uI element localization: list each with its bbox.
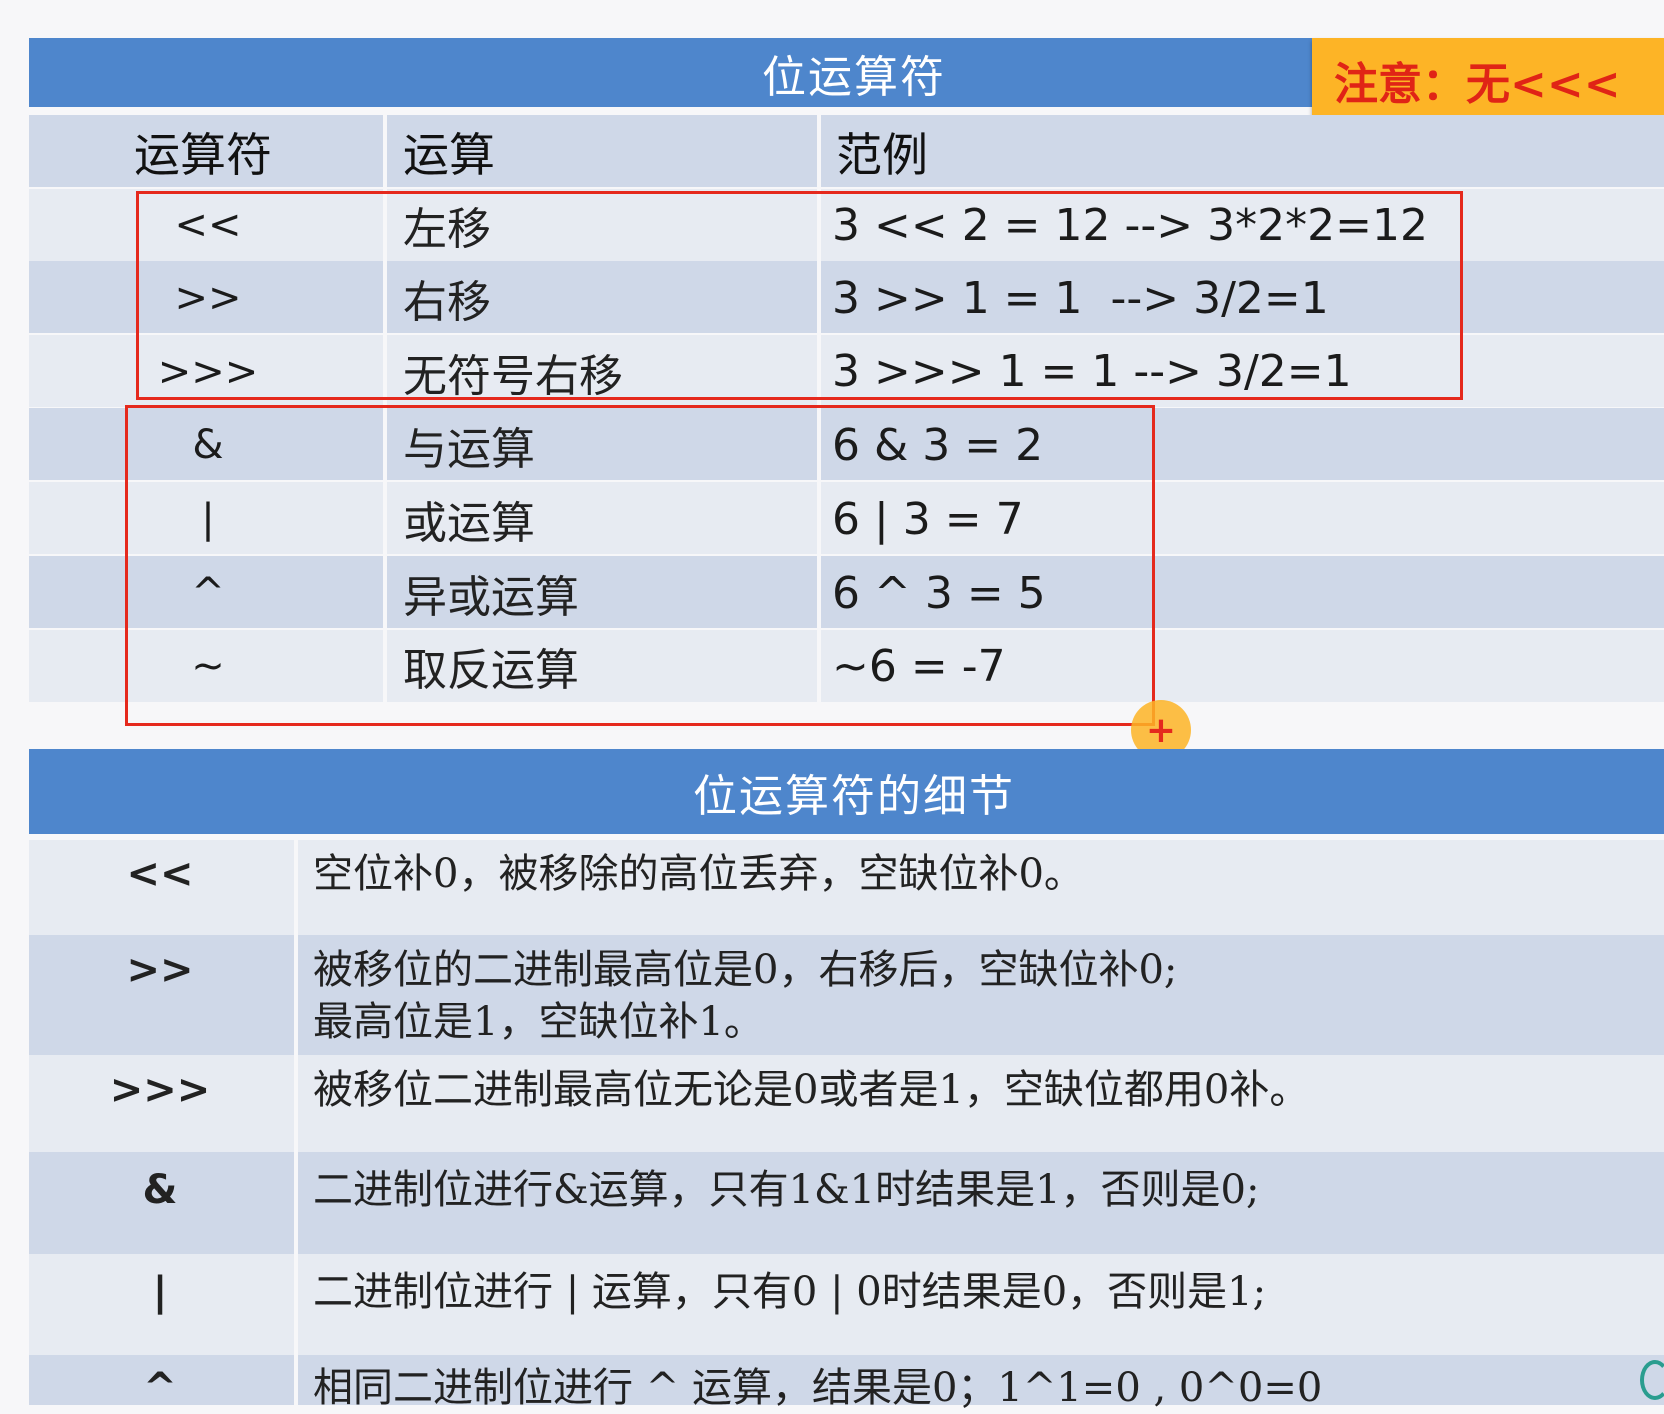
shift-operators-highlight	[136, 191, 1463, 400]
description-cell: 被移位的二进制最高位是0，右移后，空缺位补0;	[313, 947, 1178, 993]
table2-title: 位运算符的细节	[693, 770, 1015, 822]
note-callout: 注意：无<<<	[1312, 38, 1664, 122]
description-cell: 空位补0，被移除的高位丢弃，空缺位补0。	[313, 851, 1084, 897]
description-cell: 二进制位进行 | 运算，只有0 | 0时结果是0，否则是1;	[313, 1269, 1267, 1315]
description-cell-line2: 最高位是1，空缺位补1。	[313, 999, 764, 1045]
operator-cell: ^	[143, 1365, 177, 1411]
description-cell: 被移位二进制最高位无论是0或者是1，空缺位都用0补。	[313, 1067, 1310, 1113]
operator-cell: >>>	[109, 1067, 211, 1113]
operator-cell: |	[152, 1269, 168, 1315]
logic-operators-highlight	[125, 405, 1155, 726]
description-cell: 二进制位进行&运算，只有1&1时结果是1，否则是0;	[313, 1167, 1260, 1213]
column-header-example: 范例	[836, 128, 928, 182]
column-header-operation: 运算	[403, 128, 495, 182]
column-divider	[294, 840, 298, 1405]
column-header-operator: 运算符	[134, 128, 272, 182]
operator-cell: >>	[126, 947, 194, 993]
loading-spinner-icon	[1640, 1360, 1664, 1400]
description-cell: 相同二进制位进行 ^ 运算，结果是0；1^1=0 , 0^0=0	[313, 1365, 1323, 1411]
operator-cell: &	[142, 1167, 178, 1213]
operator-cell: <<	[126, 851, 194, 897]
